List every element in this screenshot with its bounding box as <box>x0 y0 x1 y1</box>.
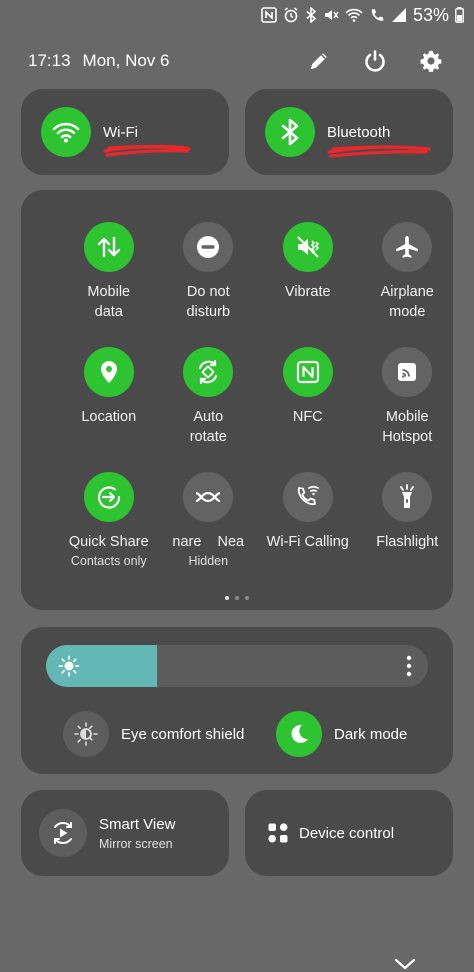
eye-comfort-toggle[interactable]: Eye comfort shield <box>63 711 244 757</box>
brightness-panel: Eye comfort shield Dark mode <box>21 627 453 774</box>
device-control-icon <box>268 823 288 843</box>
dark-mode-label: Dark mode <box>334 725 408 743</box>
smart-view-title: Smart View <box>99 815 176 833</box>
tile-label: Mobile data <box>87 284 131 320</box>
eye-comfort-label: Eye comfort shield <box>121 725 245 743</box>
quick-share-icon <box>97 486 120 509</box>
auto-rotate-icon <box>199 359 218 385</box>
bluetooth-status-icon <box>305 7 317 23</box>
date: Mon, Nov 6 <box>82 51 170 70</box>
tile-label: NFC <box>292 409 323 425</box>
mute-status-icon <box>323 7 339 23</box>
eye-comfort-icon <box>74 722 98 746</box>
tile-airplane-mode[interactable]: Airplane mode <box>358 222 458 347</box>
tile-wifi-calling[interactable]: Wi-Fi Calling <box>258 472 358 597</box>
location-icon <box>100 361 117 383</box>
tile-label: Auto rotate <box>189 409 227 445</box>
wifi-icon <box>52 122 80 143</box>
tile-flashlight[interactable]: Flashlight <box>358 472 458 597</box>
bluetooth-label: Bluetooth <box>327 123 391 141</box>
tile-label: Mobile Hotspot <box>382 409 433 445</box>
alarm-status-icon <box>283 7 299 23</box>
nfc-status-icon <box>261 7 277 23</box>
bluetooth-icon <box>281 118 299 146</box>
qs-header: 17:13 Mon, Nov 6 <box>28 48 444 74</box>
call-status-icon <box>369 7 385 23</box>
wifi-label: Wi-Fi <box>103 123 138 141</box>
nearby-share-icon <box>196 491 221 503</box>
dark-mode-toggle[interactable]: Dark mode <box>276 711 407 757</box>
smart-view-tile[interactable]: Smart View Mirror screen <box>21 790 229 876</box>
wifi-toggle[interactable] <box>41 107 91 157</box>
tile-label: Flashlight <box>376 534 439 550</box>
tile-label: Vibrate <box>284 284 331 300</box>
tile-nfc[interactable]: NFC <box>258 347 358 472</box>
bluetooth-tile[interactable]: Bluetooth <box>245 89 453 175</box>
battery-percent: 53% <box>412 4 449 25</box>
tile-label: Location <box>81 409 137 425</box>
bluetooth-toggle[interactable] <box>265 107 315 157</box>
page-dot <box>225 596 229 600</box>
redaction-scribble <box>327 145 431 158</box>
tile-nearby-share[interactable]: nare Nea Hidden <box>159 472 259 597</box>
chevron-down-icon[interactable] <box>394 958 416 970</box>
device-control-title: Device control <box>299 824 395 842</box>
tile-label: Do not disturb <box>186 284 231 320</box>
tile-location[interactable]: Location <box>59 347 159 472</box>
nfc-icon <box>296 360 319 384</box>
sun-icon <box>58 655 80 677</box>
signal-status-icon <box>391 7 407 23</box>
tile-label: nare Nea <box>172 534 245 550</box>
tile-sublabel: Hidden <box>188 554 229 568</box>
wifi-calling-icon <box>297 485 319 506</box>
brightness-slider[interactable] <box>46 645 428 687</box>
tile-auto-rotate[interactable]: Auto rotate <box>159 347 259 472</box>
gear-icon <box>420 50 442 72</box>
page-dot <box>235 596 239 600</box>
wifi-status-icon <box>345 7 363 23</box>
pencil-icon <box>311 53 327 69</box>
flashlight-icon <box>400 484 415 508</box>
do-not-disturb-icon <box>197 236 220 258</box>
smart-view-subtitle: Mirror screen <box>99 836 173 851</box>
wifi-tile[interactable]: Wi-Fi <box>21 89 229 175</box>
dark-mode-icon <box>291 724 308 743</box>
clock: 17:13 <box>28 51 71 70</box>
tile-quick-share[interactable]: Quick Share Contacts only <box>59 472 159 597</box>
quick-settings-panel: Mobile data Do not disturb Vibrate Airpl… <box>21 190 453 610</box>
more-options-icon[interactable] <box>406 655 412 677</box>
power-button[interactable] <box>362 48 388 74</box>
smart-view-icon <box>54 822 72 844</box>
tile-label: Quick Share <box>68 534 149 550</box>
tile-vibrate[interactable]: Vibrate <box>258 222 358 347</box>
mobile-data-icon <box>97 236 120 258</box>
tile-label: Wi-Fi Calling <box>266 534 349 550</box>
hotspot-icon <box>398 363 417 381</box>
airplane-icon <box>396 236 419 258</box>
tile-label: Airplane mode <box>380 284 434 320</box>
redaction-scribble <box>103 144 191 157</box>
edit-button[interactable] <box>306 48 332 74</box>
status-bar: 53% <box>261 4 464 26</box>
battery-icon <box>455 7 464 23</box>
page-dot <box>245 596 249 600</box>
page-indicator[interactable] <box>21 596 453 600</box>
device-control-tile[interactable]: Device control <box>245 790 453 876</box>
power-icon <box>365 50 385 72</box>
tile-mobile-hotspot[interactable]: Mobile Hotspot <box>358 347 458 472</box>
tile-sublabel: Contacts only <box>70 554 147 568</box>
tile-do-not-disturb[interactable]: Do not disturb <box>159 222 259 347</box>
vibrate-icon <box>297 236 319 258</box>
tile-mobile-data[interactable]: Mobile data <box>59 222 159 347</box>
settings-button[interactable] <box>418 48 444 74</box>
